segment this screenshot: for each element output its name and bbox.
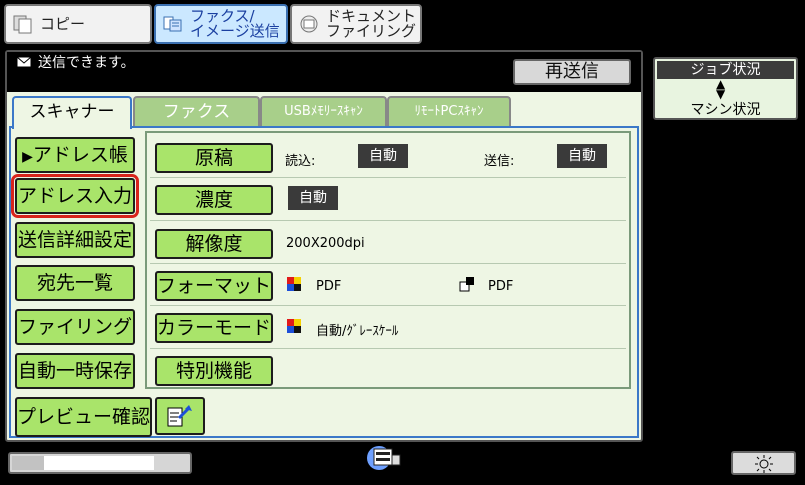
resend-button[interactable]: 再送信 (513, 59, 631, 85)
resolution-value: 200X200dpi (286, 236, 365, 251)
address-entry-button[interactable]: アドレス入力 (11, 174, 139, 218)
send-detail-settings-button[interactable]: 送信詳細設定 (15, 222, 135, 258)
document-edit-icon (167, 405, 192, 427)
scanner-status-icon (367, 446, 401, 470)
fax-scan-icon (163, 16, 182, 32)
mode-tab-document-filing[interactable]: ドキュメント ファイリング (290, 4, 422, 44)
address-book-arrow-icon: ▶ (22, 149, 33, 165)
tab-remote-pc-scan[interactable]: ﾘﾓｰﾄPCｽｷｬﾝ (387, 96, 511, 127)
filing-button[interactable]: ファイリング (15, 309, 135, 345)
separator (150, 348, 626, 349)
format-bw-value: PDF (488, 279, 514, 294)
density-button[interactable]: 濃度 (155, 185, 273, 215)
brightness-icon (755, 455, 773, 473)
address-book-label: アドレス帳 (32, 144, 128, 166)
color-mode-value: 自動/ｸﾞﾚｰｽｹｰﾙ (316, 324, 399, 339)
mode-tab-fax-scan[interactable]: ファクス/ イメージ送信 (154, 4, 288, 44)
original-read-label: 読込: (285, 154, 316, 169)
preview-edit-button[interactable] (155, 397, 205, 435)
tab-fax[interactable]: ファクス (133, 96, 260, 127)
resolution-button[interactable]: 解像度 (155, 229, 273, 259)
special-functions-button[interactable]: 特別機能 (155, 356, 273, 386)
progress-bar-left (12, 456, 44, 470)
mode-tab-copy-label: コピー (40, 14, 86, 33)
mode-tab-fax-scan-label: ファクス/ イメージ送信 (190, 9, 280, 39)
mode-tab-document-filing-label: ドキュメント ファイリング (326, 9, 416, 39)
status-message: 送信できます。 (38, 55, 135, 71)
mode-tab-filing-line2: ファイリング (326, 22, 417, 40)
separator (150, 305, 626, 306)
machine-status-label: マシン状況 (690, 102, 761, 118)
color-mode-button[interactable]: カラーモード (155, 313, 273, 343)
preview-button[interactable]: プレビュー確認 (15, 397, 152, 437)
format-button[interactable]: フォーマット (155, 271, 273, 301)
separator (150, 177, 626, 178)
brightness-button[interactable] (731, 451, 796, 475)
tab-usb-memory-scan[interactable]: USBﾒﾓﾘｰｽｷｬﾝ (260, 96, 387, 127)
density-value: 自動 (288, 186, 338, 210)
original-button[interactable]: 原稿 (155, 143, 273, 173)
original-send-value: 自動 (557, 144, 607, 168)
format-color-value: PDF (316, 279, 342, 294)
color-mode-icon (287, 319, 301, 333)
original-read-value: 自動 (358, 144, 408, 168)
destination-list-button[interactable]: 宛先一覧 (15, 265, 135, 301)
separator (150, 220, 626, 221)
job-status-label: ジョブ状況 (657, 61, 794, 79)
separator (150, 263, 626, 264)
swap-arrows-icon: ▲ ▼ (716, 77, 726, 101)
bw-format-icon (459, 277, 474, 292)
status-line: 送信できます。 (16, 52, 135, 72)
mode-tab-copy[interactable]: コピー (4, 4, 152, 44)
progress-bar-white (44, 456, 154, 470)
auto-temp-save-button[interactable]: 自動一時保存 (15, 353, 135, 389)
original-send-label: 送信: (484, 154, 515, 169)
tab-scanner[interactable]: スキャナー (12, 96, 132, 129)
copy-icon (13, 15, 32, 34)
envelope-icon (16, 56, 32, 68)
filing-icon (300, 15, 318, 33)
color-format-icon (287, 277, 301, 291)
mode-tab-fax-scan-line2: イメージ送信 (190, 22, 280, 40)
address-book-button[interactable]: ▶アドレス帳 (15, 137, 135, 173)
